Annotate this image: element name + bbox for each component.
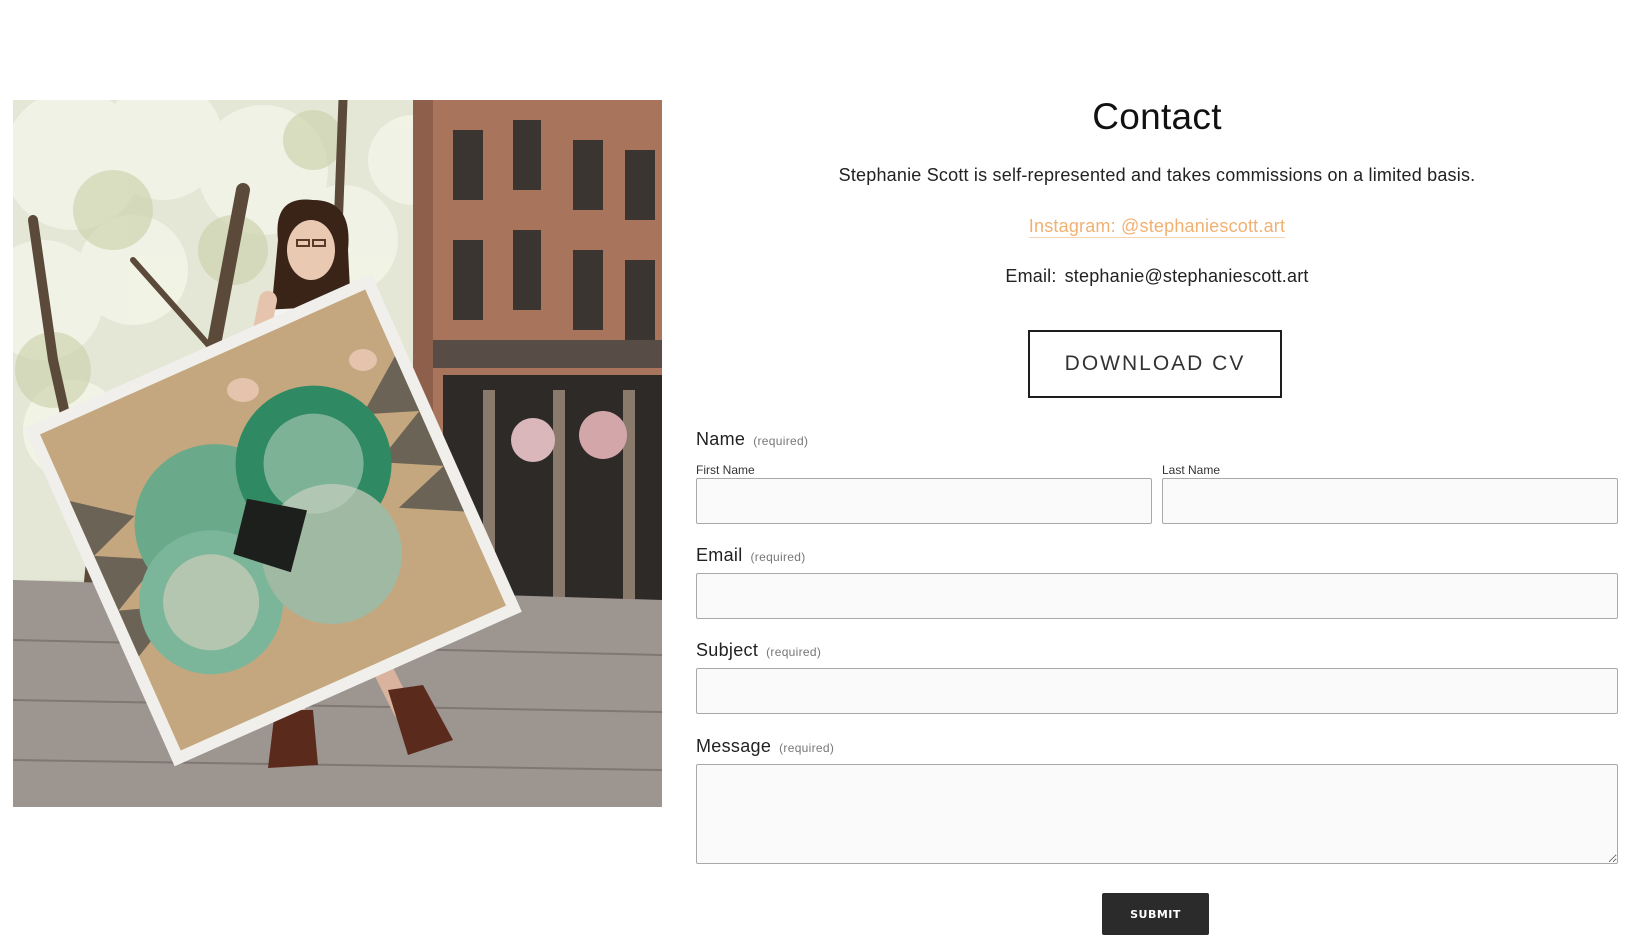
email-address: stephanie@stephaniescott.art <box>1064 266 1309 286</box>
message-textarea[interactable] <box>696 764 1618 864</box>
subject-required-note: (required) <box>766 645 822 659</box>
page-title: Contact <box>1092 96 1222 137</box>
message-label: Message <box>696 736 772 756</box>
email-input[interactable] <box>696 573 1618 619</box>
last-name-label: Last Name <box>1162 463 1221 477</box>
intro-text: Stephanie Scott is self-represented and … <box>838 165 1476 185</box>
subject-input[interactable] <box>696 668 1618 714</box>
artist-photo <box>13 100 662 807</box>
name-label: Name <box>696 429 746 449</box>
name-required-note: (required) <box>753 434 809 448</box>
first-name-label: First Name <box>696 463 755 477</box>
first-name-input[interactable] <box>696 478 1152 524</box>
name-label-row: Name (required) <box>696 429 808 450</box>
email-required-note: (required) <box>750 550 806 564</box>
download-cv-button[interactable]: DOWNLOAD CV <box>1028 330 1282 398</box>
submit-button[interactable]: SUBMIT <box>1102 893 1209 935</box>
email-prefix: Email: <box>1005 266 1057 286</box>
message-label-row: Message (required) <box>696 736 834 757</box>
last-name-input[interactable] <box>1162 478 1618 524</box>
email-label-row: Email (required) <box>696 545 806 566</box>
subject-label-row: Subject (required) <box>696 640 821 661</box>
instagram-link[interactable]: Instagram: @stephaniescott.art <box>1028 216 1286 238</box>
email-line: Email: stephanie@stephaniescott.art <box>696 266 1618 287</box>
subject-label: Subject <box>696 640 759 660</box>
instagram-row: Instagram: @stephaniescott.art <box>696 216 1618 238</box>
email-label: Email <box>696 545 743 565</box>
message-required-note: (required) <box>779 741 835 755</box>
